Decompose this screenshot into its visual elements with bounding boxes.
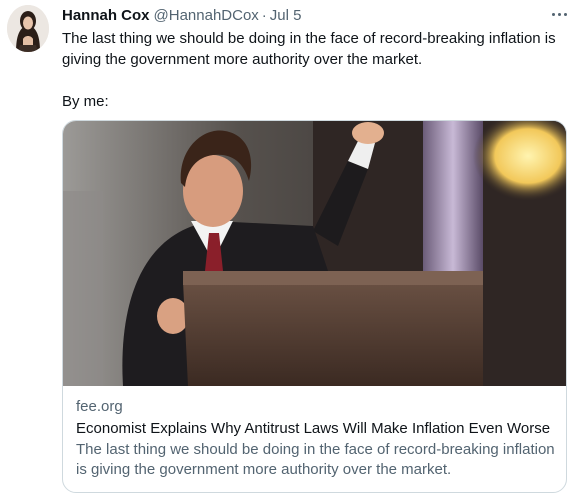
tweet[interactable]: Hannah Cox @HannahDCox · Jul 5 The last thi… [0, 0, 580, 499]
tweet-text-line: The last thing we should be doing in the… [62, 30, 556, 68]
more-icon [557, 12, 561, 16]
card-meta: fee.org Economist Explains Why Antitrust… [76, 397, 556, 480]
article-photo [63, 121, 566, 386]
author-avatar[interactable] [7, 5, 49, 52]
more-options-button[interactable] [544, 2, 574, 26]
author-display-name[interactable]: Hannah Cox [62, 7, 150, 24]
more-icon [563, 12, 567, 16]
tweet-text: The last thing we should be doing in the… [62, 28, 567, 112]
header-separator: · [261, 7, 267, 24]
tweet-header: Hannah Cox @HannahDCox · Jul 5 [62, 6, 301, 26]
card-title[interactable]: Economist Explains Why Antitrust Laws Wi… [76, 419, 556, 439]
avatar-image [7, 5, 49, 52]
tweet-date[interactable]: Jul 5 [270, 7, 302, 24]
card-description: The last thing we should be doing in the… [76, 441, 555, 478]
link-preview-card[interactable]: fee.org Economist Explains Why Antitrust… [62, 120, 567, 493]
author-handle[interactable]: @HannahDCox [154, 7, 259, 24]
card-domain[interactable]: fee.org [76, 397, 556, 417]
tweet-text-byline: By me: [62, 93, 109, 110]
more-icon [551, 12, 555, 16]
